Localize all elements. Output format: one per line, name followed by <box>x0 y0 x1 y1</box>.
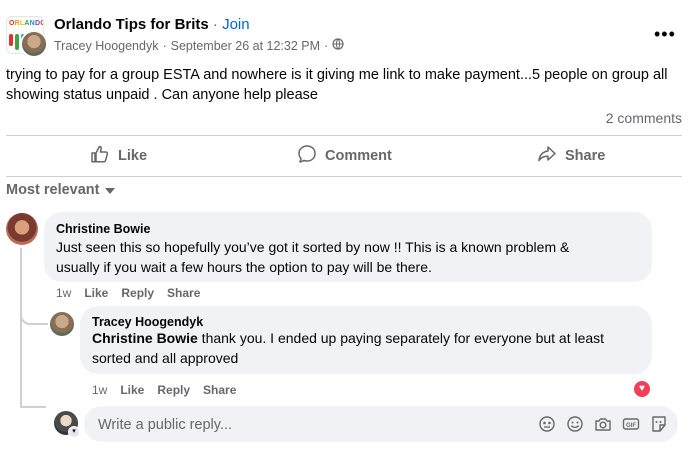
comment-reply-button[interactable]: Reply <box>121 286 154 300</box>
chevron-down-icon[interactable]: ▾ <box>68 426 80 438</box>
group-header: Orlando Tips for Brits · Join <box>54 16 250 33</box>
reply-like-button[interactable]: Like <box>120 383 144 397</box>
commenter-avatar[interactable] <box>6 213 38 245</box>
comment-time[interactable]: 1w <box>56 286 71 300</box>
mention-link[interactable]: Christine Bowie <box>92 330 198 346</box>
divider <box>6 135 682 136</box>
poster-avatar[interactable] <box>20 30 48 58</box>
share-button[interactable]: Share <box>537 144 605 168</box>
reply-actions: 1w Like Reply Share <box>92 383 236 397</box>
meta-separator: · <box>162 38 167 53</box>
reply-author-link[interactable]: Tracey Hoogendyk <box>92 315 203 329</box>
thumbs-up-icon <box>90 144 110 168</box>
post-meta: Tracey Hoogendyk · September 26 at 12:32… <box>54 38 344 53</box>
comment-like-button[interactable]: Like <box>84 286 108 300</box>
comment-author-link[interactable]: Christine Bowie <box>56 222 150 236</box>
like-button[interactable]: Like <box>90 144 147 168</box>
share-label: Share <box>565 148 606 164</box>
globe-icon <box>332 38 344 53</box>
sticker-icon[interactable] <box>650 415 668 433</box>
reply-text-line: Christine Bowie thank you. I ended up pa… <box>92 328 604 348</box>
thread-line <box>20 248 22 408</box>
emoji-icon[interactable] <box>566 415 584 433</box>
speech-bubble-icon <box>297 144 317 168</box>
sort-label: Most relevant <box>6 182 100 198</box>
comment-bubble: Christine Bowie Just seen this so hopefu… <box>44 212 652 282</box>
reply-input[interactable] <box>96 406 520 444</box>
timestamp-link[interactable]: September 26 at 12:32 PM <box>171 39 320 53</box>
thread-line-branch <box>20 406 46 408</box>
caret-down-icon <box>105 182 116 198</box>
replier-avatar[interactable] <box>50 312 74 336</box>
gif-icon[interactable]: GIF <box>622 415 640 433</box>
reply-reply-button[interactable]: Reply <box>157 383 190 397</box>
camera-icon[interactable] <box>594 415 612 433</box>
comment-sort-dropdown[interactable]: Most relevant <box>6 182 116 198</box>
share-arrow-icon <box>537 144 557 168</box>
group-logo-text: ORLANDO <box>9 20 43 27</box>
divider <box>6 176 682 177</box>
meta-separator: · <box>324 38 329 53</box>
comment-count-link[interactable]: 2 comments <box>606 110 682 126</box>
comment-label: Comment <box>325 148 392 164</box>
reply-time[interactable]: 1w <box>92 383 107 397</box>
comment-actions: 1w Like Reply Share <box>56 286 200 300</box>
group-name-link[interactable]: Orlando Tips for Brits <box>54 16 209 33</box>
comment-text-line: Just seen this so hopefully you’ve got i… <box>56 239 570 255</box>
reply-bubble: Tracey Hoogendyk Christine Bowie thank y… <box>80 306 652 374</box>
composer-tools: GIF <box>538 415 668 433</box>
reply-share-button[interactable]: Share <box>203 383 236 397</box>
author-link[interactable]: Tracey Hoogendyk <box>54 39 158 53</box>
heart-reaction-icon[interactable]: ♥ <box>633 380 651 398</box>
post-text: trying to pay for a group ESTA and nowhe… <box>6 67 668 103</box>
reply-text-line: sorted and all approved <box>92 350 239 366</box>
reply-text-rest: thank you. I ended up paying separately … <box>197 330 605 346</box>
separator: · <box>212 16 218 33</box>
reply-composer: GIF <box>84 406 678 444</box>
join-link[interactable]: Join <box>222 16 250 33</box>
comment-share-button[interactable]: Share <box>167 286 200 300</box>
comment-button[interactable]: Comment <box>297 144 392 168</box>
svg-text:GIF: GIF <box>626 423 636 429</box>
more-options-button[interactable]: ••• <box>654 24 676 45</box>
reply-thread-connector <box>20 309 48 325</box>
comment-text-line: usually if you wait a few hours the opti… <box>56 259 432 275</box>
like-label: Like <box>118 148 148 164</box>
avatar-sticker-icon[interactable] <box>538 415 556 433</box>
